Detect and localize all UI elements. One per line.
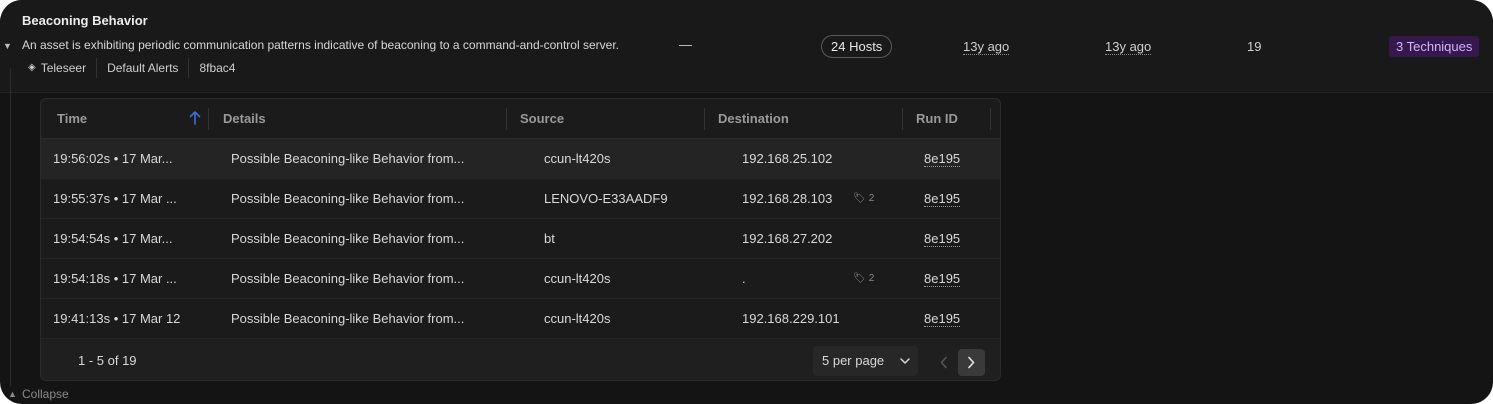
table-row[interactable]: 19:54:54s • 17 Mar... Possible Beaconing… (41, 219, 1000, 259)
column-header-source[interactable]: Source (520, 99, 564, 139)
pagination-range: 1 - 5 of 19 (78, 353, 137, 368)
column-divider[interactable] (990, 108, 991, 130)
column-header-run-id[interactable]: Run ID (916, 99, 958, 139)
cell-run-id-link[interactable]: 8e195 (924, 151, 961, 167)
tag-count-value: 2 (868, 273, 875, 284)
column-divider[interactable] (506, 108, 507, 130)
events-table: Time Details Source Destination Run ID 1… (40, 98, 1001, 381)
tag-label: Teleseer (40, 61, 87, 75)
chevron-down-icon (900, 358, 910, 364)
tree-rail (10, 68, 11, 386)
cell-time: 19:56:02s • 17 Mar... (53, 151, 173, 166)
sort-ascending-icon[interactable] (189, 110, 201, 126)
table-row[interactable]: 19:54:18s • 17 Mar ... Possible Beaconin… (41, 259, 1000, 299)
cell-details: Possible Beaconing-like Behavior from... (231, 231, 465, 246)
cell-details: Possible Beaconing-like Behavior from... (231, 151, 465, 166)
tag-ruleset[interactable]: Default Alerts (97, 58, 190, 78)
column-divider[interactable] (704, 108, 705, 130)
column-header-destination[interactable]: Destination (718, 99, 789, 139)
cell-source: bt (544, 231, 555, 246)
previous-page-button[interactable] (931, 349, 958, 376)
severity-placeholder: — (679, 37, 692, 52)
per-page-select[interactable]: 5 per page (813, 346, 918, 376)
collapse-link[interactable]: Collapse (22, 387, 69, 401)
cell-destination: . (742, 271, 746, 286)
table-row[interactable]: 19:56:02s • 17 Mar... Possible Beaconing… (41, 139, 1000, 179)
cell-time: 19:55:37s • 17 Mar ... (53, 191, 177, 206)
cell-time: 19:54:54s • 17 Mar... (53, 231, 173, 246)
table-pagination: 1 - 5 of 19 5 per page (41, 339, 1000, 380)
column-divider[interactable] (208, 108, 209, 130)
cell-run-id-link[interactable]: 8e195 (924, 311, 961, 327)
chevron-right-icon (968, 356, 975, 369)
tag-count[interactable]: 🏷︎ 2 (853, 179, 874, 219)
tag-count-value: 2 (868, 193, 875, 204)
table-header: Time Details Source Destination Run ID (41, 99, 1000, 139)
cell-destination: 192.168.28.103 (742, 191, 833, 206)
hosts-pill[interactable]: 24 Hosts (821, 35, 893, 58)
tag-label: Default Alerts (107, 61, 179, 75)
per-page-value: 5 per page (822, 353, 885, 368)
tag-count[interactable]: 🏷︎ 2 (853, 259, 874, 299)
expand-caret-icon[interactable]: ▼ (3, 41, 12, 51)
alert-title: Beaconing Behavior (22, 13, 148, 28)
alert-card: ▼ Beaconing Behavior An asset is exhibit… (0, 0, 1493, 404)
cell-source: LENOVO-E33AADF9 (544, 191, 668, 206)
cell-source: ccun-lt420s (544, 151, 611, 166)
table-row[interactable]: 19:41:13s • 17 Mar 12 Possible Beaconing… (41, 299, 1000, 339)
techniques-badge[interactable]: 3 Techniques (1389, 36, 1480, 57)
cell-details: Possible Beaconing-like Behavior from... (231, 311, 465, 326)
alert-summary-row[interactable]: ▼ Beaconing Behavior An asset is exhibit… (0, 0, 1493, 93)
table-row[interactable]: 19:55:37s • 17 Mar ... Possible Beaconin… (41, 179, 1000, 219)
next-page-button[interactable] (958, 349, 985, 376)
tag-id[interactable]: 8fbac4 (189, 58, 245, 78)
cell-time: 19:41:13s • 17 Mar 12 (53, 311, 181, 326)
cell-run-id-link[interactable]: 8e195 (924, 231, 961, 247)
cell-destination: 192.168.27.202 (742, 231, 833, 246)
tag-label: 8fbac4 (199, 61, 236, 75)
event-count: 19 (1247, 39, 1262, 54)
tag-icon: 🏷︎ (853, 273, 866, 284)
tag-icon: 🏷︎ (853, 193, 866, 204)
first-seen[interactable]: 13y ago (963, 39, 1010, 55)
collapse-caret-icon[interactable]: ▲ (8, 389, 17, 399)
alert-description: An asset is exhibiting periodic communic… (22, 38, 619, 52)
cell-destination: 192.168.25.102 (742, 151, 833, 166)
tag-source[interactable]: ◈ Teleseer (22, 58, 98, 78)
cell-source: ccun-lt420s (544, 271, 611, 286)
cell-time: 19:54:18s • 17 Mar ... (53, 271, 177, 286)
column-divider[interactable] (902, 108, 903, 130)
cell-run-id-link[interactable]: 8e195 (924, 191, 961, 207)
cell-details: Possible Beaconing-like Behavior from... (231, 271, 465, 286)
alert-tags: ◈ Teleseer Default Alerts 8fbac4 (22, 58, 245, 78)
cell-run-id-link[interactable]: 8e195 (924, 271, 961, 287)
cell-details: Possible Beaconing-like Behavior from... (231, 191, 465, 206)
cell-source: ccun-lt420s (544, 311, 611, 326)
column-header-time[interactable]: Time (57, 99, 87, 139)
last-seen[interactable]: 13y ago (1105, 39, 1152, 55)
cell-destination: 192.168.229.101 (742, 311, 840, 326)
chevron-left-icon (940, 356, 947, 369)
column-header-details[interactable]: Details (223, 99, 266, 139)
eye-icon: ◈ (28, 62, 36, 73)
